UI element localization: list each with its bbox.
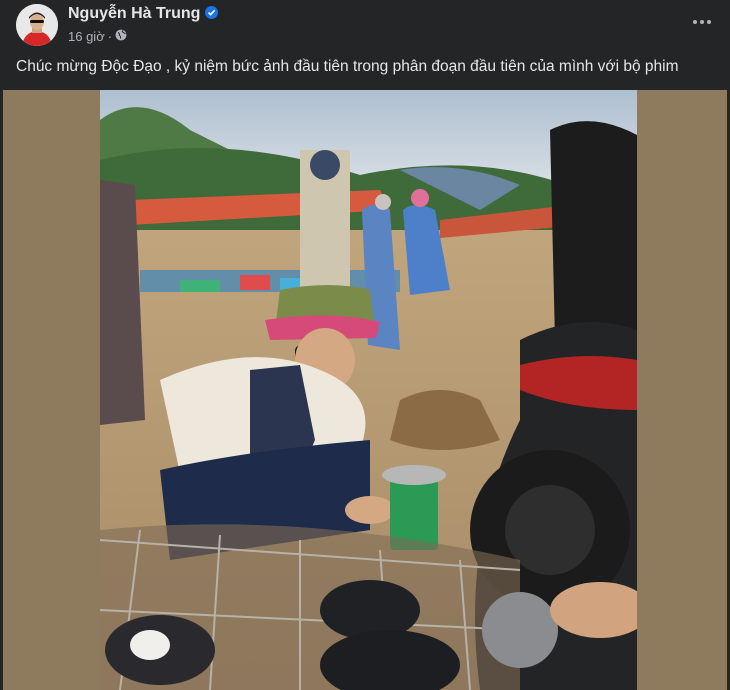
post-photo-container[interactable] [3, 90, 727, 690]
post-photo[interactable] [100, 90, 637, 690]
post-caption: Chúc mừng Độc Đạo , kỷ niệm bức ảnh đầu … [16, 58, 679, 75]
post-time[interactable]: 16 giờ [68, 29, 105, 44]
post-meta: 16 giờ · [68, 29, 127, 45]
more-dot [707, 20, 711, 24]
globe-icon [115, 29, 127, 44]
author-name[interactable]: Nguyễn Hà Trung [68, 5, 219, 23]
more-options-button[interactable] [688, 10, 716, 34]
more-dot [700, 20, 704, 24]
meta-separator: · [107, 29, 113, 44]
author-avatar[interactable] [16, 4, 58, 46]
more-dot [693, 20, 697, 24]
author-name-text[interactable]: Nguyễn Hà Trung [68, 5, 200, 22]
post-header: Nguyễn Hà Trung 16 giờ · [0, 0, 730, 56]
verified-badge-icon [205, 6, 219, 20]
